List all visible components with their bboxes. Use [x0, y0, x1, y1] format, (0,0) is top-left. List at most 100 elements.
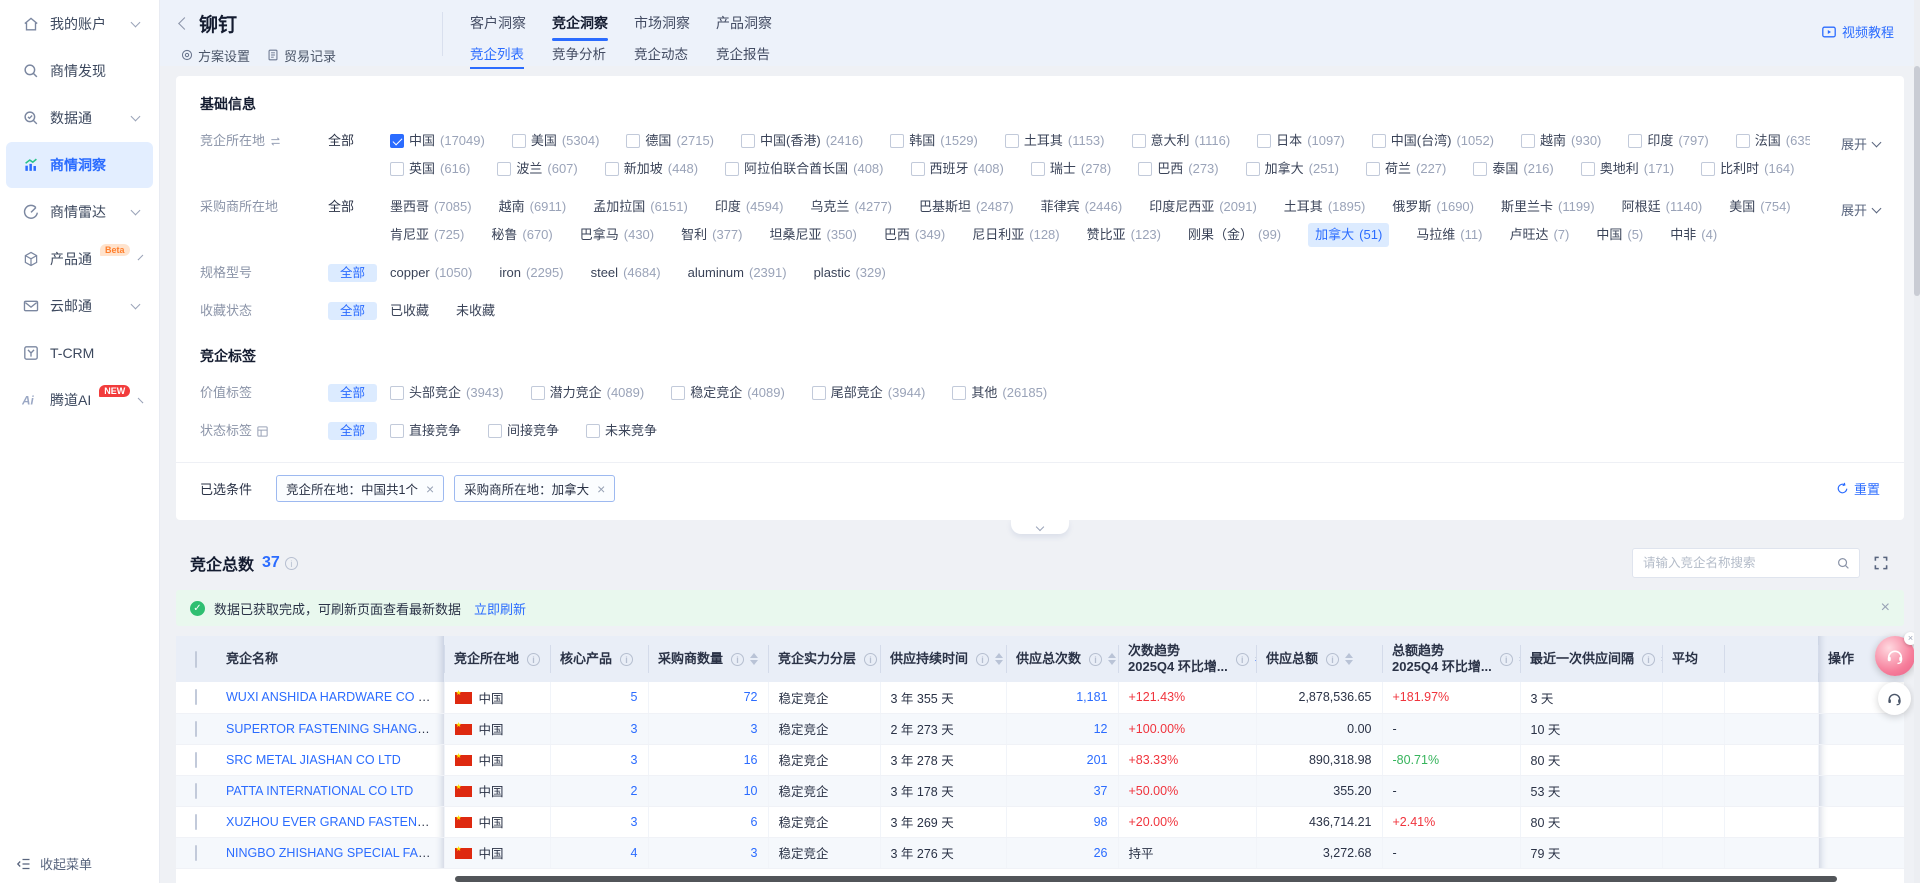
checkbox-icon[interactable]: [586, 424, 600, 438]
column-header-times[interactable]: 供应总次数i: [1006, 636, 1118, 682]
search-input[interactable]: [1643, 556, 1836, 570]
filter-all-buyer-location[interactable]: 全部: [328, 195, 390, 219]
select-all-checkbox[interactable]: [195, 651, 197, 668]
checkbox-icon[interactable]: [1473, 162, 1487, 176]
filter-option[interactable]: 刚果（金）(99): [1188, 223, 1281, 247]
row-checkbox[interactable]: [195, 752, 197, 768]
filter-option[interactable]: 新加坡(448): [605, 157, 698, 181]
sort-asc-icon[interactable]: [750, 653, 758, 658]
checkbox-icon[interactable]: [626, 134, 640, 148]
remove-chip-icon[interactable]: ×: [426, 482, 434, 496]
competitor-name-link[interactable]: XUZHOU EVER GRAND FASTENERS...: [226, 815, 444, 829]
column-header-buyers[interactable]: 采购商数量i: [648, 636, 768, 682]
filter-option[interactable]: 瑞士(278): [1031, 157, 1111, 181]
filter-option[interactable]: 中国(台湾)(1052): [1372, 129, 1494, 153]
collapse-menu-button[interactable]: 收起菜单: [16, 854, 92, 873]
filter-option[interactable]: 越南(930): [1521, 129, 1601, 153]
filter-option[interactable]: 印度(797): [1628, 129, 1708, 153]
filter-option[interactable]: 美国(754): [1729, 195, 1790, 219]
subtab-competitor-list[interactable]: 竞企列表: [470, 43, 524, 71]
filter-option[interactable]: 意大利(1116): [1132, 129, 1231, 153]
filter-option[interactable]: 头部竞企(3943): [390, 381, 504, 405]
checkbox-icon[interactable]: [1257, 134, 1271, 148]
buyer-count-cell-value[interactable]: 3: [751, 722, 758, 736]
filter-option[interactable]: 巴西(273): [1138, 157, 1218, 181]
checkbox-icon[interactable]: [531, 386, 545, 400]
sort-control[interactable]: [1108, 653, 1116, 665]
filter-option[interactable]: 俄罗斯(1690): [1392, 195, 1474, 219]
checkbox-icon[interactable]: [1005, 134, 1019, 148]
sidebar-item-t-crm[interactable]: T-CRM: [6, 330, 153, 376]
checkbox-icon[interactable]: [1701, 162, 1715, 176]
customer-service-button[interactable]: [1878, 682, 1911, 715]
competitor-name-link[interactable]: WUXI ANSHIDA HARDWARE CO LTD: [226, 690, 441, 704]
row-checkbox[interactable]: [195, 721, 197, 737]
filter-all-status-tag[interactable]: 全部: [328, 419, 390, 443]
reset-button[interactable]: 重置: [1836, 479, 1880, 498]
filter-option[interactable]: 土耳其(1895): [1284, 195, 1366, 219]
filter-option[interactable]: 加拿大(51): [1308, 223, 1389, 247]
filter-option[interactable]: 韩国(1529): [890, 129, 978, 153]
buyer-count-cell-value[interactable]: 6: [751, 815, 758, 829]
core-products-cell-value[interactable]: 3: [631, 722, 638, 736]
filter-option[interactable]: aluminum(2391): [688, 261, 787, 285]
core-products-cell-value[interactable]: 4: [631, 846, 638, 860]
filter-option[interactable]: 法国(635): [1736, 129, 1810, 153]
subtab-competitor-news[interactable]: 竞企动态: [634, 43, 688, 71]
filter-option[interactable]: 越南(6911): [499, 195, 567, 219]
checkbox-icon[interactable]: [1031, 162, 1045, 176]
filter-option[interactable]: plastic(329): [814, 261, 886, 285]
plan-settings-button[interactable]: 方案设置: [180, 46, 250, 65]
buyer-count-cell-value[interactable]: 10: [744, 784, 758, 798]
sidebar-item-data-link[interactable]: 数据通: [6, 95, 153, 141]
sidebar-item-my-account[interactable]: 我的账户: [6, 1, 153, 47]
tab-product-insight[interactable]: 产品洞察: [716, 13, 772, 39]
filter-all-spec-model[interactable]: 全部: [328, 261, 390, 285]
column-header-last-gap[interactable]: 最近一次供应间隔i: [1520, 636, 1662, 682]
filter-option[interactable]: 阿根廷(1140): [1622, 195, 1703, 219]
checkbox-icon[interactable]: [1736, 134, 1750, 148]
buyer-count-cell-value[interactable]: 16: [744, 753, 758, 767]
refresh-now-link[interactable]: 立即刷新: [474, 599, 526, 618]
checkbox-icon[interactable]: [725, 162, 739, 176]
column-header-amount-trend[interactable]: 总额趋势2025Q4 环比增...i: [1382, 636, 1520, 682]
sidebar-item-cloud-mail[interactable]: 云邮通: [6, 283, 153, 329]
competitor-name-link[interactable]: NINGBO ZHISHANG SPECIAL FAST...: [226, 846, 443, 860]
checkbox-icon[interactable]: [1132, 134, 1146, 148]
filter-option[interactable]: 未收藏: [456, 299, 495, 323]
filter-option[interactable]: 荷兰(227): [1366, 157, 1446, 181]
filter-option[interactable]: 加拿大(251): [1246, 157, 1339, 181]
filter-option[interactable]: 尾部竞企(3944): [812, 381, 926, 405]
row-checkbox[interactable]: [195, 689, 197, 705]
filter-option[interactable]: 巴基斯坦(2487): [919, 195, 1014, 219]
filter-option[interactable]: 其他(26185): [952, 381, 1047, 405]
remove-chip-icon[interactable]: ×: [597, 482, 605, 496]
sidebar-item-biz-discovery[interactable]: 商情发现: [6, 48, 153, 94]
sidebar-item-biz-insight[interactable]: 商情洞察: [6, 142, 153, 188]
filter-option[interactable]: 坦桑尼亚(350): [770, 223, 857, 247]
filter-option[interactable]: 马拉维(11): [1416, 223, 1482, 247]
filter-option[interactable]: 乌克兰(4277): [810, 195, 892, 219]
close-icon[interactable]: ×: [1881, 599, 1890, 617]
filter-option[interactable]: 潜力竞企(4089): [531, 381, 645, 405]
vertical-scrollbar-thumb[interactable]: [1914, 66, 1920, 296]
filter-option[interactable]: 稳定竞企(4089): [671, 381, 785, 405]
column-header-amount[interactable]: 供应总额i: [1256, 636, 1382, 682]
filter-option[interactable]: 尼日利亚(128): [972, 223, 1059, 247]
sort-desc-icon[interactable]: [1108, 660, 1116, 665]
filter-option[interactable]: 已收藏: [390, 299, 429, 323]
competitor-name-link[interactable]: PATTA INTERNATIONAL CO LTD: [226, 784, 413, 798]
sort-control[interactable]: [995, 653, 1003, 665]
sort-desc-icon[interactable]: [1345, 660, 1353, 665]
core-products-cell-value[interactable]: 2: [631, 784, 638, 798]
filter-option[interactable]: steel(4684): [591, 261, 661, 285]
filter-option[interactable]: 奥地利(171): [1581, 157, 1674, 181]
checkbox-icon[interactable]: [911, 162, 925, 176]
filter-option[interactable]: 德国(2715): [626, 129, 714, 153]
checkbox-icon[interactable]: [1581, 162, 1595, 176]
filter-option[interactable]: 菲律宾(2446): [1041, 195, 1123, 219]
filter-all-competitor-location[interactable]: 全部: [328, 129, 390, 153]
supply-times-cell-value[interactable]: 98: [1094, 815, 1108, 829]
filter-option[interactable]: 印度尼西亚(2091): [1149, 195, 1257, 219]
checkbox-icon[interactable]: [390, 162, 404, 176]
